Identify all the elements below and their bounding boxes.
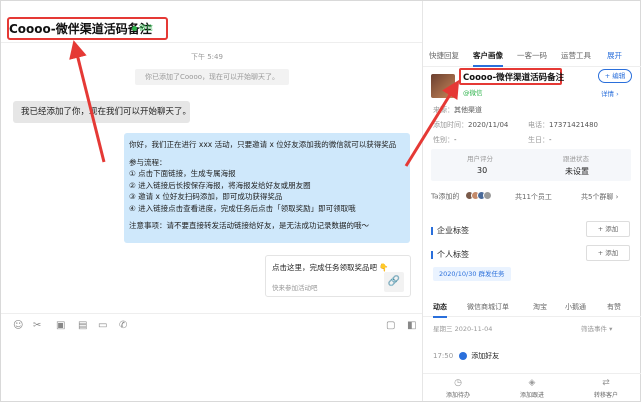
folder-icon[interactable]: ▭ bbox=[98, 320, 107, 331]
staff-avatars bbox=[462, 191, 492, 202]
message-line: ① 点击下面链接，生成专属海报 bbox=[129, 169, 236, 178]
sidebar-toggle-icon[interactable]: ◧ bbox=[407, 320, 416, 331]
chat-pane: Coooo-微伴渠道活码备注 微信 下午 5:49 你已添加了Coooo，现在可… bbox=[1, 1, 422, 401]
system-message: 你已添加了Coooo，现在可以开始聊天了。 bbox=[135, 69, 290, 85]
ta-added-row[interactable]: Ta添加的 共11个员工 共5个群聊 › bbox=[431, 191, 633, 207]
customer-panel: 快捷回复 客户画像 一客一码 运营工具 展开 Coooo-微伴渠道活码备注 @微… bbox=[422, 1, 641, 401]
phone-label: 电话： bbox=[528, 121, 549, 129]
tab-wechat-orders[interactable]: 微信商城订单 bbox=[467, 302, 509, 312]
message-line: 注意事项：请不要直接转发活动链接给好友，是无法成功记录数据的哦～ bbox=[129, 221, 369, 230]
birthday-label: 生日： bbox=[528, 136, 549, 144]
rating-label: 用户评分 bbox=[467, 155, 493, 163]
message-line: 参与流程： bbox=[129, 157, 167, 167]
tab-customer-profile[interactable]: 客户画像 bbox=[473, 50, 503, 67]
follow-icon: ◈ bbox=[528, 378, 536, 388]
customer-tag[interactable]: 2020/10/30 群发任务 bbox=[433, 267, 511, 281]
transfer-customer-button[interactable]: ⇄ 转移客户 bbox=[581, 378, 631, 399]
birthday-value: - bbox=[549, 136, 552, 144]
ta-count: 共11个员工 bbox=[515, 193, 552, 201]
link-icon: 🔗 bbox=[384, 272, 404, 292]
add-follow-label: 添加跟进 bbox=[519, 392, 544, 399]
add-todo-button[interactable]: ◷ 添加待办 bbox=[433, 378, 483, 399]
activity-tabs: 动态 微信商城订单 淘宝 小鹅通 有赞 bbox=[423, 297, 641, 318]
event-label: 添加好友 bbox=[471, 352, 500, 360]
scissors-icon[interactable]: ✂ bbox=[33, 320, 41, 331]
screen-icon[interactable]: ▢ bbox=[386, 320, 395, 331]
source-field: 来源：其他渠道 bbox=[433, 105, 482, 115]
source-label: 来源： bbox=[433, 106, 454, 114]
tab-one-code[interactable]: 一客一码 bbox=[517, 50, 547, 61]
tab-xiaoetong[interactable]: 小鹅通 bbox=[565, 302, 586, 312]
customer-name: Coooo-微伴渠道活码备注 bbox=[463, 73, 565, 83]
company-tag-section: 企业标签 bbox=[431, 225, 469, 236]
tab-ops-tools[interactable]: 运营工具 bbox=[561, 50, 591, 61]
pointing-hand-icon: 👇 bbox=[379, 263, 389, 272]
panel-action-bar: ◷ 添加待办 ◈ 添加跟进 ⇄ 转移客户 bbox=[423, 373, 641, 401]
added-label: 添加时间： bbox=[433, 121, 468, 129]
message-line: ② 进入链接后长按保存海报，将海报发给好友或朋友圈 bbox=[129, 180, 311, 190]
add-personal-tag-button[interactable]: + 添加 bbox=[586, 245, 630, 261]
gender-field: 性别：- bbox=[433, 135, 457, 145]
outgoing-message: 你好，我们正在进行 xxx 活动，只要邀请 x 位好友添加我的微信就可以获得奖品… bbox=[124, 133, 410, 243]
filter-events-dropdown[interactable]: 筛选事件 ▾ bbox=[581, 323, 612, 333]
rating-value: 30 bbox=[477, 166, 488, 175]
add-company-tag-button[interactable]: + 添加 bbox=[586, 221, 630, 237]
panel-tabs: 快捷回复 客户画像 一客一码 运营工具 展开 bbox=[423, 45, 641, 67]
edit-button[interactable]: + 编辑 bbox=[598, 69, 632, 83]
follow-status-label: 跟进状态 bbox=[563, 155, 589, 163]
add-follow-button[interactable]: ◈ 添加跟进 bbox=[507, 378, 557, 399]
message-line: ③ 邀请 x 位好友扫码添加，即可成功获得奖品 bbox=[129, 192, 283, 201]
tab-quick-reply[interactable]: 快捷回复 bbox=[429, 50, 459, 61]
activity-event: 17:50 添加好友 bbox=[433, 351, 499, 361]
link-card-title: 点击这里，完成任务领取奖品吧 👇 bbox=[272, 262, 389, 273]
chat-toolbar: ☺ ✂ ▣ ▤ ▭ ✆ ▢ ◧ bbox=[1, 313, 422, 339]
clock-icon: ◷ bbox=[454, 378, 462, 388]
transfer-label: 转移客户 bbox=[593, 392, 618, 399]
message-time: 下午 5:49 bbox=[191, 53, 223, 61]
added-time-field: 添加时间：2020/11/04 bbox=[433, 120, 508, 130]
chat-title: Coooo-微伴渠道活码备注 bbox=[9, 22, 152, 36]
message-line: 你好，我们正在进行 xxx 活动，只要邀请 x 位好友添加我的微信就可以获得奖品 bbox=[129, 140, 397, 149]
date-row: 星期三 2020-11-04 bbox=[433, 325, 493, 333]
source-value: 其他渠道 bbox=[454, 106, 482, 114]
detail-link[interactable]: 详情 › bbox=[601, 88, 619, 98]
message-line: ④ 进入链接点击查看进度，完成任务后点击「领取奖励」即可领取哦 bbox=[129, 203, 356, 213]
personal-tag-section: 个人标签 bbox=[431, 249, 469, 260]
phone-field: 电话：17371421480 bbox=[528, 120, 598, 130]
link-card-title-text: 点击这里，完成任务领取奖品吧 bbox=[272, 263, 377, 272]
added-value: 2020/11/04 bbox=[468, 121, 509, 129]
tab-youzan[interactable]: 有赞 bbox=[607, 302, 621, 312]
transfer-icon: ⇄ bbox=[602, 378, 610, 388]
event-time: 17:50 bbox=[433, 352, 454, 360]
file-icon[interactable]: ▤ bbox=[78, 320, 87, 331]
phone-value: 17371421480 bbox=[549, 121, 598, 129]
link-card[interactable]: 点击这里，完成任务领取奖品吧 👇 快来参加活动吧 🔗 bbox=[265, 255, 411, 297]
wechat-badge: 微信 bbox=[132, 23, 153, 33]
tab-activity[interactable]: 动态 bbox=[433, 302, 447, 318]
incoming-message: 我已经添加了你，现在我们可以开始聊天了。 bbox=[13, 101, 191, 123]
timeline-dot-icon bbox=[459, 352, 468, 360]
customer-avatar bbox=[431, 74, 455, 98]
tab-expand[interactable]: 展开 bbox=[607, 50, 622, 61]
tab-taobao[interactable]: 淘宝 bbox=[533, 302, 547, 312]
image-icon[interactable]: ▣ bbox=[56, 320, 65, 331]
birthday-field: 生日：- bbox=[528, 135, 552, 145]
phone-icon[interactable]: ✆ bbox=[119, 320, 127, 331]
add-todo-label: 添加待办 bbox=[445, 392, 470, 399]
wechat-badge: @微信 bbox=[463, 89, 483, 97]
emoji-icon[interactable]: ☺ bbox=[13, 320, 23, 331]
gender-label: 性别： bbox=[433, 136, 454, 144]
stats-box: 用户评分 30 跟进状态 未设置 bbox=[431, 149, 631, 181]
link-card-subtitle: 快来参加活动吧 bbox=[272, 284, 318, 292]
gender-value: - bbox=[454, 136, 457, 144]
follow-status-value: 未设置 bbox=[565, 167, 589, 176]
ta-label: Ta添加的 bbox=[431, 192, 460, 201]
ta-groups[interactable]: 共5个群聊 › bbox=[581, 192, 618, 202]
